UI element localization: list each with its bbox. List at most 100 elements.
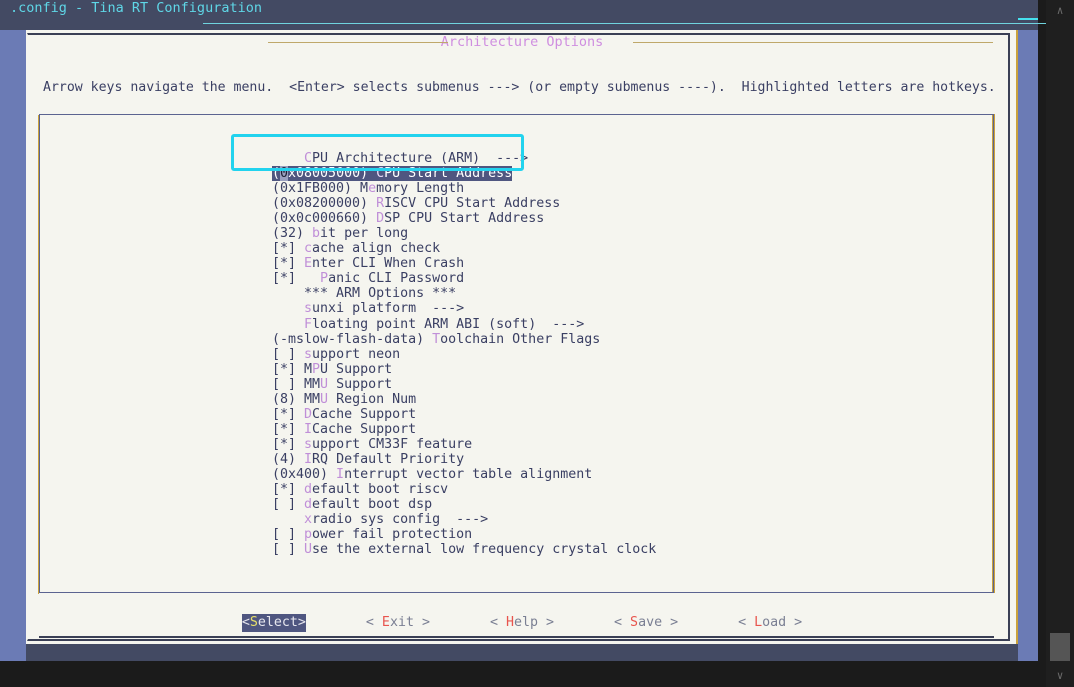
menu-item-prefix: [*] (272, 241, 304, 256)
menu-item-prefix (272, 151, 304, 166)
menu-item-hotkey: D (304, 407, 312, 422)
menu-item-hotkey: e (368, 181, 376, 196)
menu-item[interactable]: [*] Panic CLI Password (272, 271, 656, 286)
menu-item-prefix (272, 317, 304, 332)
button-load[interactable]: < Load > (738, 614, 802, 632)
menu-item-prefix: [ ] (272, 497, 304, 512)
menu-item-hotkey: s (304, 301, 312, 316)
menu-item-label: ower fail protection (312, 527, 472, 542)
button-hotkey: E (382, 615, 390, 630)
menu-item[interactable]: [*] DCache Support (272, 407, 656, 422)
menu-item[interactable]: (32) bit per long (272, 226, 656, 241)
menu-item-label: oolchain Other Flags (440, 332, 600, 347)
button-save[interactable]: < Save > (614, 614, 678, 632)
menu-item-label: radio sys config ---> (312, 512, 488, 527)
menu-item-hotkey: b (312, 226, 320, 241)
menu-item[interactable]: sunxi platform ---> (272, 301, 656, 316)
menu-item-hotkey: F (304, 317, 312, 332)
menu-item[interactable]: [*] support CM33F feature (272, 437, 656, 452)
menu-item-hotkey: I (304, 452, 312, 467)
button-bar-rule (39, 636, 994, 638)
menu-item-prefix (272, 512, 304, 527)
menu-item-hotkey: s (304, 347, 312, 362)
menu-item-prefix: [ ] MM (272, 377, 320, 392)
menu-item[interactable]: (0x08200000) RISCV CPU Start Address (272, 196, 656, 211)
menu-item[interactable]: [*] Enter CLI When Crash (272, 256, 656, 271)
breadcrumb-rule (203, 23, 1048, 24)
menu-item[interactable]: (0x0c000660) DSP CPU Start Address (272, 211, 656, 226)
menu-item[interactable]: (4) IRQ Default Priority (272, 452, 656, 467)
menu-item-label: nterrupt vector table alignment (344, 467, 592, 482)
menu-item-prefix: ( (272, 166, 280, 181)
menu-item-label: RQ Default Priority (312, 452, 464, 467)
button-select[interactable]: <Select> (242, 614, 306, 632)
menu-item-label: Cache Support (312, 407, 416, 422)
menu-item-prefix (272, 301, 304, 316)
config-dialog: Architecture Options Arrow keys navigate… (26, 30, 1018, 644)
menu-item-prefix: [*] (272, 437, 304, 452)
menu-item[interactable]: Floating point ARM ABI (soft) ---> (272, 317, 656, 332)
menu-item-prefix: [*] (272, 482, 304, 497)
menu-item[interactable]: (0x08005000) CPU Start Address (272, 166, 512, 181)
scroll-up-arrow-icon[interactable]: ∧ (1046, 0, 1074, 22)
scrollbar[interactable]: ∧ ∨ (1046, 0, 1074, 687)
menu-item-hotkey: U (320, 392, 328, 407)
menu-item[interactable]: (-mslow-flash-data) Toolchain Other Flag… (272, 332, 656, 347)
menu-item-label: Region Num (328, 392, 416, 407)
help-line-1: Arrow keys navigate the menu. <Enter> se… (43, 80, 1003, 95)
menu-item-prefix: [*] (272, 407, 304, 422)
menu-item-prefix: (32) (272, 226, 312, 241)
menu-item[interactable]: [*] default boot riscv (272, 482, 656, 497)
menu-item[interactable]: (8) MMU Region Num (272, 392, 656, 407)
menu-item-hotkey: C (376, 166, 384, 181)
menu-item-prefix: (8) MM (272, 392, 320, 407)
menu-item[interactable]: (0x1FB000) Memory Length (272, 181, 656, 196)
menu-item-label: it per long (320, 226, 408, 241)
menu-item[interactable]: [ ] power fail protection (272, 527, 656, 542)
button-bracket-left: < (614, 615, 630, 630)
menu-item-hotkey: I (336, 467, 344, 482)
menu-item-hotkey: c (304, 241, 312, 256)
menu-item-label: unxi platform ---> (312, 301, 464, 316)
menu-item-hotkey: U (304, 542, 312, 557)
menu-item[interactable]: [ ] support neon (272, 347, 656, 362)
menu-item[interactable]: xradio sys config ---> (272, 512, 656, 527)
menu-item[interactable]: *** ARM Options *** (272, 286, 656, 301)
menu-item[interactable]: [*] ICache Support (272, 422, 656, 437)
menu-item-label: SP CPU Start Address (384, 211, 544, 226)
button-hotkey: L (754, 615, 762, 630)
menu-item-label: ache align check (312, 241, 440, 256)
menu-item-hotkey: p (304, 527, 312, 542)
scrollbar-thumb[interactable] (1050, 633, 1070, 661)
menu-item[interactable]: [ ] Use the external low frequency cryst… (272, 542, 656, 557)
screen: .config - Tina RT Configuration > Archit… (0, 0, 1074, 687)
menu-item[interactable]: (0x400) Interrupt vector table alignment (272, 467, 656, 482)
menu-item-label: PU Start Address (384, 166, 512, 181)
menu-item[interactable]: CPU Architecture (ARM) ---> (272, 151, 656, 166)
menu-item-prefix: (0x400) (272, 467, 336, 482)
menu-item[interactable]: [ ] MMU Support (272, 377, 656, 392)
menu-item-hotkey: R (376, 196, 384, 211)
menu-listbox[interactable]: CPU Architecture (ARM) --->(0x08005000) … (39, 114, 994, 593)
button-help[interactable]: < Help > (490, 614, 554, 632)
menu-item[interactable]: [*] cache align check (272, 241, 656, 256)
scroll-down-arrow-icon[interactable]: ∨ (1046, 665, 1074, 687)
menu-item-label: ISCV CPU Start Address (384, 196, 560, 211)
menu-item-label: PU Architecture (ARM) ---> (312, 151, 528, 166)
dialog-title-rule-left (268, 42, 448, 43)
button-hotkey: S (250, 615, 258, 630)
menu-item-hotkey: T (432, 332, 440, 347)
menu-item-hotkey: I (304, 422, 312, 437)
menu-item-prefix: (0x08200000) (272, 196, 376, 211)
menu-item-prefix: *** ARM Options *** (272, 286, 456, 301)
button-exit[interactable]: < Exit > (366, 614, 430, 632)
menu-item-hotkey: E (304, 256, 312, 271)
menu-item-prefix: [*] (272, 422, 304, 437)
menu-item[interactable]: [*] MPU Support (272, 362, 656, 377)
button-bracket-left: < (738, 615, 754, 630)
window-titlebar: .config - Tina RT Configuration > Archit… (0, 0, 1038, 30)
menu-item[interactable]: [ ] default boot dsp (272, 497, 656, 512)
menu-item-hotkey: d (304, 497, 312, 512)
dialog-title-rule-right (633, 42, 993, 43)
menu-item-label: Support (328, 377, 392, 392)
